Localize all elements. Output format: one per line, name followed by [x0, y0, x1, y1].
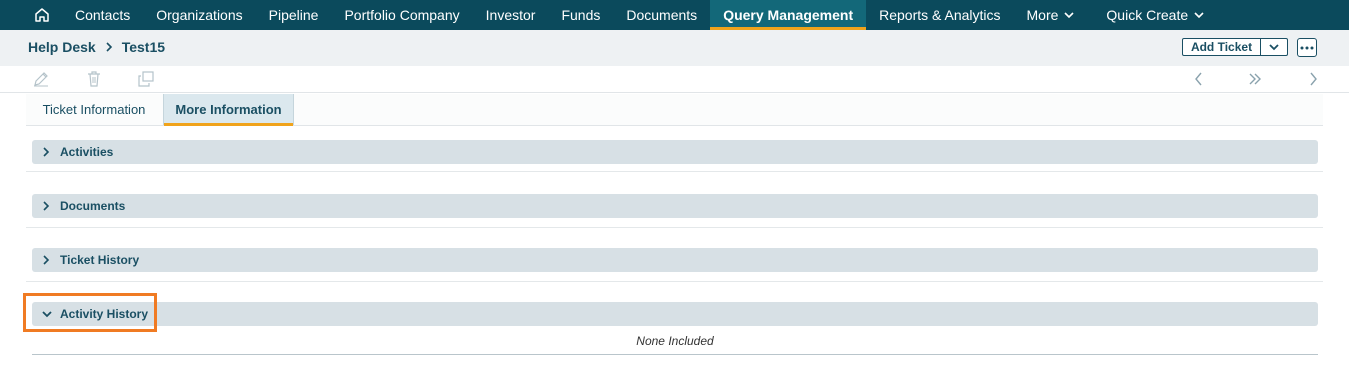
duplicate-icon[interactable] [137, 70, 155, 88]
chevron-down-icon [1269, 44, 1279, 51]
divider [26, 281, 1323, 282]
chevron-right-icon [42, 255, 56, 265]
add-ticket-split-button: Add Ticket [1182, 38, 1288, 56]
chevron-down-icon [1064, 12, 1074, 19]
last-record-icon[interactable] [1246, 70, 1264, 88]
nav-quick-create-label: Quick Create [1106, 7, 1189, 23]
section-ticket-history[interactable]: Ticket History [32, 248, 1318, 272]
delete-icon[interactable] [85, 70, 103, 88]
section-title: Documents [60, 199, 126, 213]
edit-icon[interactable] [32, 70, 50, 88]
nav-quick-create[interactable]: Quick Create [1093, 0, 1217, 30]
previous-record-icon[interactable] [1190, 70, 1208, 88]
empty-state-text: None Included [636, 334, 714, 348]
section-documents[interactable]: Documents [32, 194, 1318, 218]
chevron-right-icon [105, 42, 113, 52]
breadcrumb-help-desk[interactable]: Help Desk [28, 39, 96, 55]
chevron-right-icon [42, 147, 56, 157]
nav-organizations[interactable]: Organizations [143, 0, 255, 30]
section-title: Activities [60, 145, 114, 159]
detail-tabs: Ticket Information More Information [26, 94, 1323, 126]
chevron-down-icon [1194, 12, 1204, 19]
nav-reports-analytics[interactable]: Reports & Analytics [866, 0, 1013, 30]
tab-more-information[interactable]: More Information [163, 94, 294, 126]
nav-more[interactable]: More [1014, 0, 1088, 30]
nav-portfolio-company[interactable]: Portfolio Company [331, 0, 472, 30]
add-ticket-button[interactable]: Add Ticket [1183, 39, 1261, 55]
top-navigation: Contacts Organizations Pipeline Portfoli… [0, 0, 1349, 30]
home-button[interactable] [22, 0, 62, 30]
nav-more-label: More [1026, 7, 1059, 23]
breadcrumb-current: Test15 [121, 39, 166, 55]
divider [32, 354, 1318, 355]
highlight-box [23, 293, 157, 332]
section-activity-history[interactable]: Activity History [32, 302, 1318, 326]
nav-investor[interactable]: Investor [473, 0, 549, 30]
add-ticket-dropdown[interactable] [1261, 39, 1287, 55]
home-icon [35, 8, 49, 22]
more-actions-button[interactable] [1297, 38, 1317, 57]
page-header: Help Desk Test15 Add Ticket [0, 30, 1349, 66]
breadcrumb: Help Desk Test15 [28, 39, 165, 55]
section-title: Ticket History [60, 253, 140, 267]
tab-ticket-information[interactable]: Ticket Information [26, 94, 162, 125]
next-record-icon[interactable] [1304, 70, 1322, 88]
record-toolbar [0, 66, 1349, 93]
ellipsis-icon [1300, 46, 1314, 49]
chevron-right-icon [42, 201, 56, 211]
nav-contacts[interactable]: Contacts [62, 0, 143, 30]
nav-pipeline[interactable]: Pipeline [256, 0, 332, 30]
nav-documents[interactable]: Documents [613, 0, 710, 30]
nav-query-management[interactable]: Query Management [710, 0, 867, 30]
divider [26, 171, 1323, 172]
divider [26, 227, 1323, 228]
section-activities[interactable]: Activities [32, 140, 1318, 164]
nav-funds[interactable]: Funds [548, 0, 613, 30]
